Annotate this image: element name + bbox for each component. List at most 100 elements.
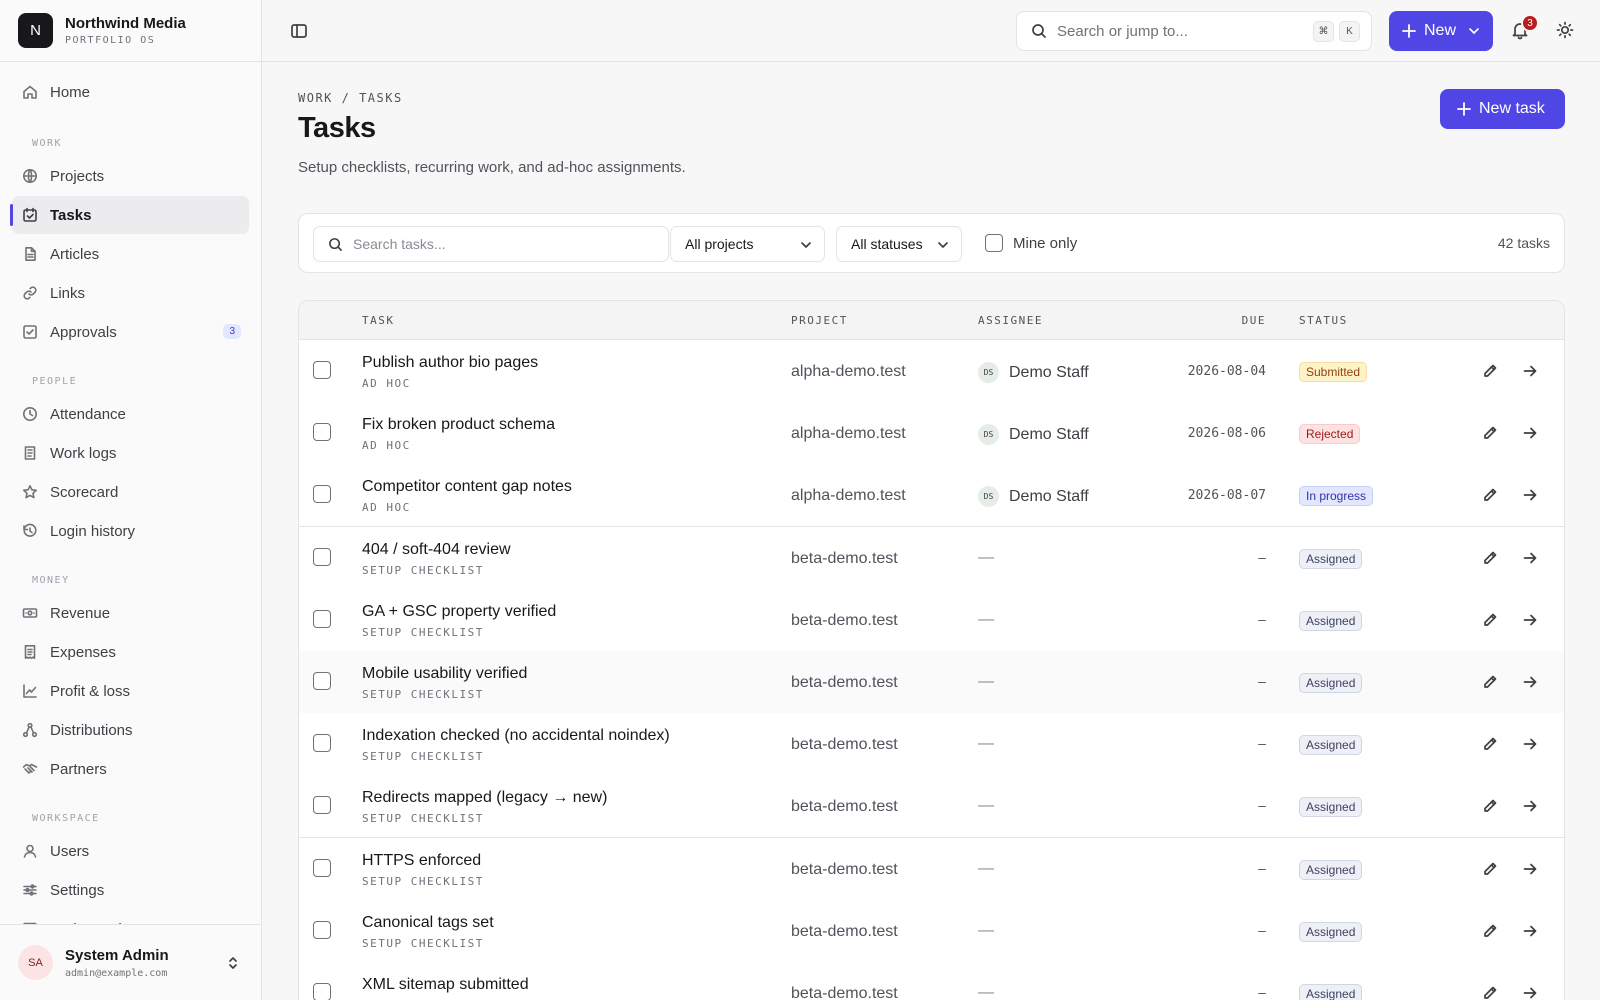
- task-project[interactable]: beta-demo.test: [791, 798, 898, 816]
- arrow-right-icon[interactable]: [1522, 425, 1538, 441]
- table-row[interactable]: XML sitemap submittedSETUP CHECKLISTbeta…: [299, 962, 1564, 1000]
- theme-toggle-icon[interactable]: [1556, 21, 1574, 39]
- pencil-icon[interactable]: [1482, 985, 1498, 1000]
- task-title[interactable]: HTTPS enforced: [362, 852, 481, 870]
- pencil-icon[interactable]: [1482, 674, 1498, 690]
- row-checkbox[interactable]: [313, 858, 331, 877]
- table-row[interactable]: Competitor content gap notes AD HOC alpha-…: [299, 464, 1564, 528]
- column-task[interactable]: TASK: [362, 314, 395, 327]
- row-checkbox[interactable]: [313, 361, 331, 379]
- column-project[interactable]: PROJECT: [791, 314, 848, 327]
- new-task-button[interactable]: New task: [1440, 89, 1565, 129]
- sidebar-item-login-history[interactable]: Login history: [12, 512, 249, 550]
- table-row[interactable]: Publish author bio pages AD HOC alpha-demo…: [299, 340, 1564, 403]
- task-project[interactable]: beta-demo.test: [791, 674, 898, 692]
- sidebar-item-attendance[interactable]: Attendance: [12, 395, 249, 433]
- table-row[interactable]: Redirects mapped (legacy → new) SETUP CHE…: [299, 775, 1564, 839]
- pencil-icon[interactable]: [1482, 736, 1498, 752]
- task-title[interactable]: XML sitemap submitted: [362, 976, 529, 994]
- pencil-icon[interactable]: [1482, 363, 1498, 379]
- arrow-right-icon[interactable]: [1522, 736, 1538, 752]
- task-search[interactable]: [313, 226, 669, 262]
- table-row[interactable]: HTTPS enforced SETUP CHECKLIST beta-demo.t…: [299, 837, 1564, 901]
- mine-only-checkbox[interactable]: [985, 234, 1003, 252]
- arrow-right-icon[interactable]: [1522, 798, 1538, 814]
- table-row[interactable]: Fix broken product schema AD HOC alpha-dem…: [299, 402, 1564, 466]
- pencil-icon[interactable]: [1482, 612, 1498, 628]
- pencil-icon[interactable]: [1482, 550, 1498, 566]
- column-due[interactable]: DUE: [1242, 314, 1266, 327]
- pencil-icon[interactable]: [1482, 487, 1498, 503]
- global-search[interactable]: ⌘ K: [1016, 11, 1372, 51]
- task-title[interactable]: Indexation checked (no accidental noinde…: [362, 727, 670, 745]
- table-row[interactable]: Mobile usability verified SETUP CHECKLIST…: [299, 651, 1564, 714]
- sidebar-item-work-logs[interactable]: Work logs: [12, 434, 249, 472]
- row-checkbox[interactable]: [313, 983, 331, 1000]
- pencil-icon[interactable]: [1482, 425, 1498, 441]
- table-row[interactable]: 404 / soft-404 review SETUP CHECKLIST beta…: [299, 526, 1564, 590]
- pencil-icon[interactable]: [1482, 798, 1498, 814]
- sidebar-item-scorecard[interactable]: Scorecard: [12, 473, 249, 511]
- table-row[interactable]: GA + GSC property verified SETUP CHECKLIS…: [299, 588, 1564, 652]
- sidebar-item-home[interactable]: Home: [12, 73, 249, 111]
- column-assignee[interactable]: ASSIGNEE: [978, 314, 1043, 327]
- task-project[interactable]: beta-demo.test: [791, 861, 898, 879]
- sidebar-item-revenue[interactable]: Revenue: [12, 594, 249, 632]
- sidebar-item-projects[interactable]: Projects: [12, 157, 249, 195]
- sidebar-item-settings[interactable]: Settings: [12, 871, 249, 909]
- arrow-right-icon[interactable]: [1522, 612, 1538, 628]
- row-checkbox[interactable]: [313, 672, 331, 690]
- arrow-right-icon[interactable]: [1522, 674, 1538, 690]
- task-project[interactable]: beta-demo.test: [791, 923, 898, 941]
- global-search-input[interactable]: [1057, 22, 1297, 40]
- task-title[interactable]: Redirects mapped (legacy → new): [362, 789, 607, 807]
- status-filter[interactable]: All statuses: [836, 226, 962, 262]
- sidebar-item-distributions[interactable]: Distributions: [12, 711, 249, 749]
- arrow-right-icon[interactable]: [1522, 923, 1538, 939]
- row-checkbox[interactable]: [313, 547, 331, 566]
- task-project[interactable]: beta-demo.test: [791, 550, 898, 568]
- sidebar-item-profit-loss[interactable]: Profit & loss: [12, 672, 249, 710]
- column-status[interactable]: STATUS: [1299, 314, 1348, 327]
- sidebar-item-links[interactable]: Links: [12, 274, 249, 312]
- arrow-right-icon[interactable]: [1522, 985, 1538, 1000]
- arrow-right-icon[interactable]: [1522, 487, 1538, 503]
- brand[interactable]: N Northwind Media PORTFOLIO OS: [0, 0, 261, 62]
- sidebar-item-tasks[interactable]: Tasks: [10, 196, 249, 234]
- task-title[interactable]: Fix broken product schema: [362, 416, 555, 434]
- user-menu[interactable]: SA System Admin admin@example.com: [0, 924, 261, 1000]
- task-title[interactable]: Canonical tags set: [362, 914, 494, 932]
- table-row[interactable]: Canonical tags set SETUP CHECKLIST beta-de…: [299, 899, 1564, 963]
- arrow-right-icon[interactable]: [1522, 861, 1538, 877]
- row-checkbox[interactable]: [313, 796, 331, 815]
- sidebar-item-partners[interactable]: Partners: [12, 750, 249, 788]
- pencil-icon[interactable]: [1482, 923, 1498, 939]
- task-project[interactable]: alpha-demo.test: [791, 487, 906, 505]
- row-checkbox[interactable]: [313, 920, 331, 939]
- task-project[interactable]: beta-demo.test: [791, 736, 898, 754]
- arrow-right-icon[interactable]: [1522, 550, 1538, 566]
- sidebar-item-expenses[interactable]: Expenses: [12, 633, 249, 671]
- task-title[interactable]: 404 / soft-404 review: [362, 541, 511, 559]
- row-checkbox[interactable]: [313, 423, 331, 442]
- task-title[interactable]: Publish author bio pages: [362, 354, 538, 372]
- task-title[interactable]: Mobile usability verified: [362, 665, 527, 683]
- task-project[interactable]: beta-demo.test: [791, 985, 898, 1000]
- new-button[interactable]: New: [1389, 11, 1493, 51]
- pencil-icon[interactable]: [1482, 861, 1498, 877]
- task-project[interactable]: alpha-demo.test: [791, 363, 906, 381]
- mine-only-toggle[interactable]: Mine only: [985, 234, 1077, 252]
- sidebar-item-users[interactable]: Users: [12, 832, 249, 870]
- arrow-right-icon[interactable]: [1522, 363, 1538, 379]
- row-checkbox[interactable]: [313, 734, 331, 753]
- sidebar-item-approvals[interactable]: Approvals 3: [12, 313, 249, 351]
- table-row[interactable]: Indexation checked (no accidental noinde…: [299, 713, 1564, 777]
- task-search-input[interactable]: [353, 236, 633, 252]
- task-title[interactable]: Competitor content gap notes: [362, 478, 572, 496]
- sidebar-item-articles[interactable]: Articles: [12, 235, 249, 273]
- task-title[interactable]: GA + GSC property verified: [362, 603, 556, 621]
- task-project[interactable]: beta-demo.test: [791, 612, 898, 630]
- project-filter[interactable]: All projects: [670, 226, 825, 262]
- row-checkbox[interactable]: [313, 485, 331, 504]
- task-project[interactable]: alpha-demo.test: [791, 425, 906, 443]
